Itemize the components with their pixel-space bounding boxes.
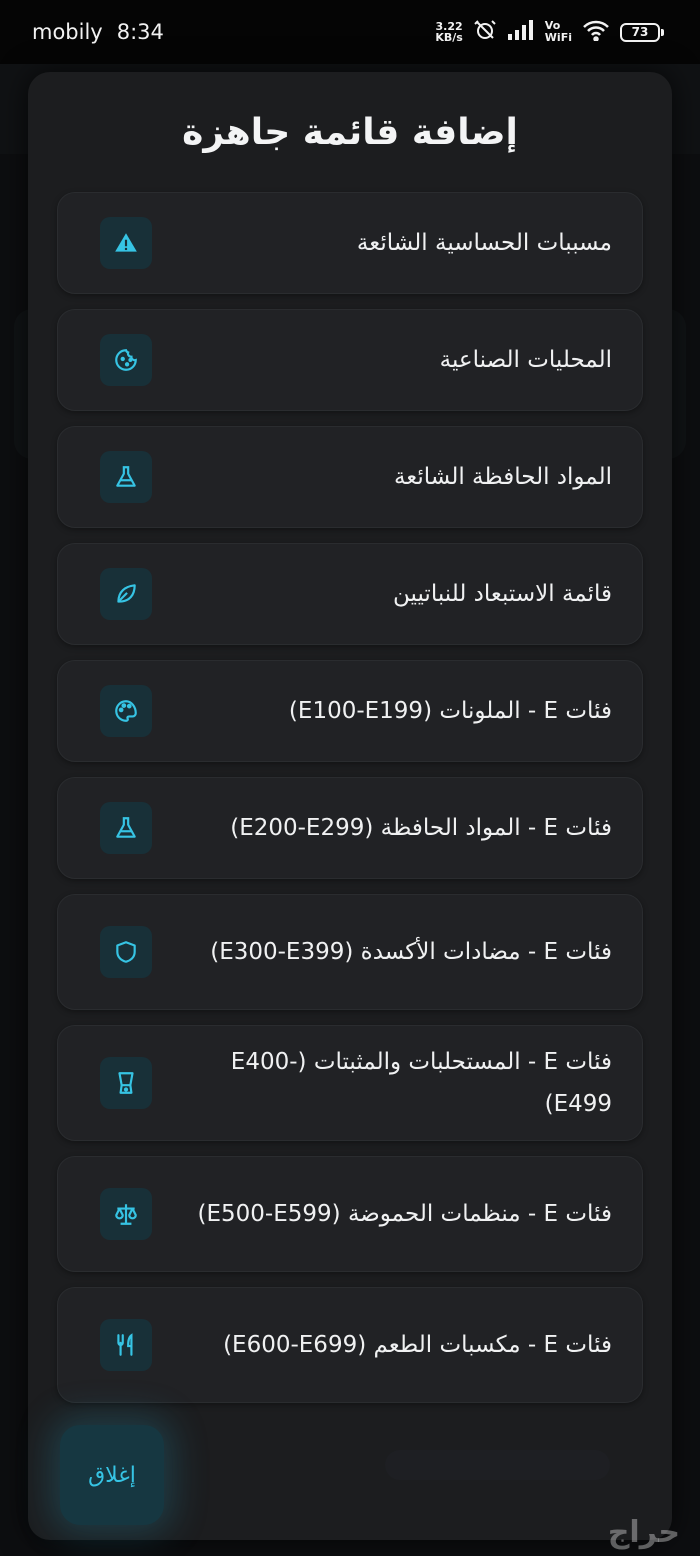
network-speed: 3.22 KB/s [435,20,463,44]
preset-item-e-antioxidants[interactable]: فئات E - مضادات الأكسدة (E300-E399) [57,894,643,1010]
preset-item-label: فئات E - الملونات (E100-E199) [288,698,612,724]
battery-indicator: 73 [620,22,664,42]
preset-item-e-flavor-enhancers[interactable]: فئات E - مكسبات الطعم (E600-E699) [57,1287,643,1403]
preset-item-label: قائمة الاستبعاد للنباتيين [393,581,612,607]
preset-item-vegan-exclusion[interactable]: قائمة الاستبعاد للنباتيين [57,543,643,645]
utensils-icon [100,1319,152,1371]
preset-item-e-preservatives[interactable]: فئات E - المواد الحافظة (E200-E299) [57,777,643,879]
signal-icon [507,20,535,44]
warning-icon [100,217,152,269]
flask-icon [100,802,152,854]
status-bar: mobily 8:34 3.22 KB/s Vo WiFi 73 [0,0,700,64]
preset-item-e-acidity-regulators[interactable]: فئات E - منظمات الحموضة (E500-E599) [57,1156,643,1272]
preset-item-artificial-sweeteners[interactable]: المحليات الصناعية [57,309,643,411]
watermark-logo: حراج [607,1515,680,1550]
carrier-label: mobily [32,20,103,44]
preset-item-label: فئات E - مضادات الأكسدة (E300-E399) [210,939,612,965]
preset-item-label: فئات E - مكسبات الطعم (E600-E699) [223,1332,612,1358]
palette-icon [100,685,152,737]
preset-item-label: فئات E - منظمات الحموضة (E500-E599) [197,1201,613,1227]
preset-item-label: فئات E - المواد الحافظة (E200-E299) [230,815,612,841]
background-element [385,1450,610,1480]
shield-icon [100,926,152,978]
preset-item-label: المواد الحافظة الشائعة [393,464,612,490]
preset-item-label: المحليات الصناعية [439,347,612,373]
leaf-icon [100,568,152,620]
blender-icon [100,1057,152,1109]
preset-item-label: فئات E - المستحلبات والمثبتات (E400-E499… [230,1049,612,1117]
clock: 8:34 [116,20,164,44]
wifi-icon [582,19,610,45]
preset-item-allergens[interactable]: مسببات الحساسية الشائعة [57,192,643,294]
flask-icon [100,451,152,503]
preset-item-label: مسببات الحساسية الشائعة [356,230,612,256]
preset-item-e-emulsifiers[interactable]: فئات E - المستحلبات والمثبتات (E400-E499… [57,1025,643,1141]
preset-item-e-colorants[interactable]: فئات E - الملونات (E100-E199) [57,660,643,762]
close-button[interactable]: إغلاق [60,1425,164,1525]
scale-icon [100,1188,152,1240]
preset-item-common-preservatives[interactable]: المواد الحافظة الشائعة [57,426,643,528]
dialog-title: إضافة قائمة جاهزة [182,112,518,153]
cookie-icon [100,334,152,386]
alarm-off-icon [473,18,497,46]
vowifi-indicator: Vo WiFi [544,19,572,44]
